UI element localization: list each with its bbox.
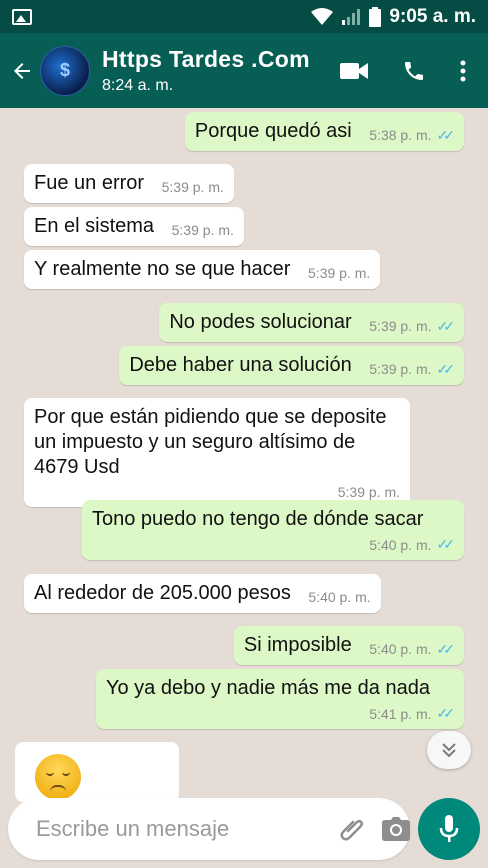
message-time: 5:40 p. m. <box>369 641 432 657</box>
message-incoming[interactable]: Al rededor de 205.000 pesos 5:40 p. m. <box>24 574 381 613</box>
read-ticks-icon: ✓✓ <box>436 317 456 334</box>
message-time: 5:39 p. m. <box>369 318 432 334</box>
message-time: 5:38 p. m. <box>369 127 432 143</box>
message-outgoing[interactable]: Si imposible 5:40 p. m. ✓✓ <box>233 626 464 665</box>
message-outgoing[interactable]: Debe haber una solución 5:39 p. m. ✓✓ <box>119 346 464 385</box>
sad-face-emoji-icon <box>35 754 81 800</box>
video-call-icon[interactable] <box>340 61 368 81</box>
message-text: Por que están pidiendo que se deposite u… <box>34 406 387 478</box>
scroll-to-bottom-button[interactable] <box>427 731 471 769</box>
back-button[interactable] <box>4 51 40 91</box>
message-time: 5:40 p. m. <box>308 589 371 605</box>
message-text: Y realmente no se que hacer <box>34 258 291 280</box>
wifi-icon <box>311 7 334 25</box>
message-incoming-emoji[interactable] <box>15 742 179 802</box>
read-ticks-icon: ✓✓ <box>436 360 456 377</box>
message-outgoing[interactable]: No podes solucionar 5:39 p. m. ✓✓ <box>159 303 464 342</box>
chevron-double-down-icon <box>442 743 456 758</box>
message-input[interactable] <box>36 816 324 842</box>
last-seen: 8:24 a. m. <box>102 77 174 94</box>
read-ticks-icon: ✓✓ <box>436 705 456 721</box>
message-text: Fue un error <box>34 172 145 194</box>
message-time: 5:40 p. m. <box>369 536 432 553</box>
message-outgoing[interactable]: Porque quedó asi 5:38 p. m. ✓✓ <box>184 112 464 151</box>
battery-icon <box>369 6 382 27</box>
status-bar: 9:05 a. m. <box>0 0 488 33</box>
message-time: 5:39 p. m. <box>337 484 400 500</box>
paperclip-icon <box>340 819 364 841</box>
message-composer <box>8 798 410 860</box>
microphone-icon <box>439 815 459 842</box>
message-time: 5:39 p. m. <box>161 179 224 195</box>
more-vert-icon[interactable] <box>460 60 466 82</box>
message-meta: 5:40 p. m. ✓✓ <box>369 640 456 658</box>
message-text: En el sistema <box>34 215 155 237</box>
camera-button[interactable] <box>382 817 410 841</box>
message-time: 5:39 p. m. <box>308 265 371 281</box>
read-ticks-icon: ✓✓ <box>436 640 456 657</box>
message-meta: 5:38 p. m. ✓✓ <box>369 126 456 144</box>
signal-icon <box>342 8 361 25</box>
emoji-mouth <box>50 785 66 792</box>
message-meta: 5:40 p. m. ✓✓ <box>92 536 456 553</box>
message-text: Al rededor de 205.000 pesos <box>34 582 291 604</box>
contact-name: Https Tardes .Com <box>102 46 310 72</box>
message-time: 5:39 p. m. <box>171 222 234 238</box>
message-incoming[interactable]: En el sistema 5:39 p. m. <box>24 207 244 246</box>
avatar[interactable]: $ <box>40 45 90 96</box>
message-text: No podes solucionar <box>169 311 352 333</box>
message-meta: 5:39 p. m. ✓✓ <box>369 360 456 378</box>
avatar-text: $ <box>59 60 70 80</box>
message-meta: 5:39 p. m. ✓✓ <box>369 317 456 335</box>
arrow-left-icon <box>14 62 30 79</box>
chat-header: $ Https Tardes .Com 8:24 a. m. <box>0 33 488 108</box>
read-ticks-icon: ✓✓ <box>436 126 456 143</box>
message-time: 5:39 p. m. <box>369 361 432 377</box>
message-text: Debe haber una solución <box>129 354 352 376</box>
image-icon <box>12 8 32 25</box>
header-actions <box>340 59 466 83</box>
mic-button[interactable] <box>418 798 480 860</box>
message-incoming[interactable]: Fue un error 5:39 p. m. <box>24 164 234 203</box>
attach-button[interactable] <box>340 816 366 842</box>
message-incoming[interactable]: Y realmente no se que hacer 5:39 p. m. <box>24 250 381 289</box>
message-meta: 5:41 p. m. ✓✓ <box>106 705 456 722</box>
chat-area[interactable]: Porque quedó asi 5:38 p. m. ✓✓ Fue un err… <box>0 108 488 798</box>
message-text: Porque quedó asi <box>194 120 352 142</box>
status-right: 9:05 a. m. <box>311 6 476 28</box>
read-ticks-icon: ✓✓ <box>436 536 456 552</box>
message-text: Si imposible <box>243 634 352 656</box>
message-outgoing[interactable]: Tono puedo no tengo de dónde sacar 5:40 … <box>82 500 464 560</box>
message-outgoing[interactable]: Yo ya debo y nadie más me da nada 5:41 p… <box>96 669 464 729</box>
contact-info[interactable]: Https Tardes .Com 8:24 a. m. <box>102 46 340 95</box>
camera-icon <box>382 817 410 841</box>
message-text: Yo ya debo y nadie más me da nada <box>106 677 430 699</box>
message-text: Tono puedo no tengo de dónde sacar <box>92 508 424 530</box>
message-time: 5:41 p. m. <box>369 705 432 722</box>
message-incoming[interactable]: Por que están pidiendo que se deposite u… <box>24 398 410 507</box>
phone-icon[interactable] <box>402 59 426 83</box>
status-time: 9:05 a. m. <box>389 5 476 27</box>
